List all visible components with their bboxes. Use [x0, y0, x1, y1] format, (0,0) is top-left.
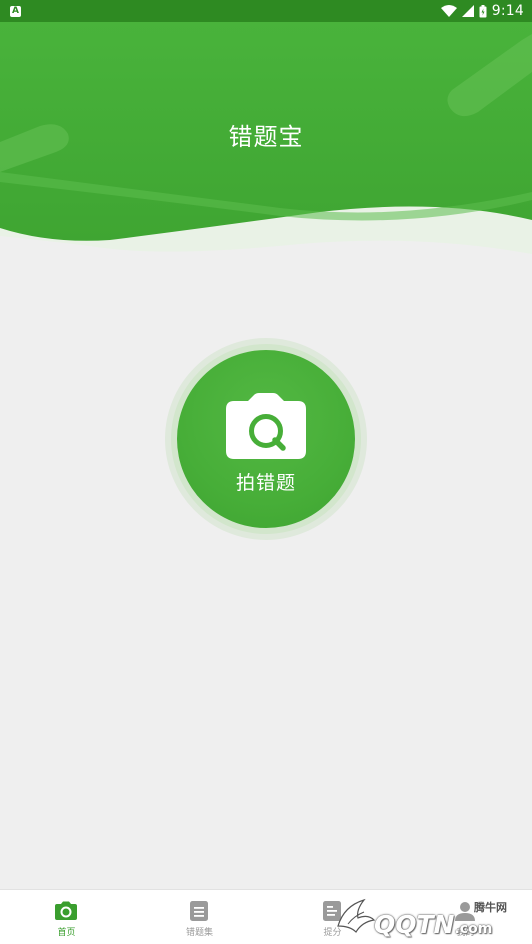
nav-item-home[interactable]: 首页 — [0, 890, 133, 944]
camera-search-icon — [226, 393, 306, 459]
wifi-icon — [440, 5, 457, 17]
nav-item-profile[interactable]: 我的 — [399, 890, 532, 944]
nav-label-improve: 提分 — [323, 928, 342, 938]
cellular-signal-icon — [461, 5, 474, 17]
battery-icon — [479, 4, 487, 17]
capture-wrong-question-button[interactable]: 拍错题 — [177, 350, 355, 528]
nav-label-home: 首页 — [57, 928, 76, 938]
status-bar: A 9:14 — [0, 0, 532, 22]
status-time: 9:14 — [491, 3, 524, 19]
camera-icon — [55, 901, 77, 920]
bottom-nav: 首页 错题集 提分 我的 — [0, 889, 532, 944]
capture-button-label: 拍错题 — [235, 472, 296, 494]
user-icon — [455, 902, 475, 921]
notification-icon: A — [10, 5, 21, 17]
app-title: 错题宝 — [228, 123, 304, 151]
nav-label-profile: 我的 — [456, 928, 475, 938]
document-icon — [190, 901, 208, 921]
nav-item-wrong-questions[interactable]: 错题集 — [133, 890, 266, 944]
nav-item-improve[interactable]: 提分 — [266, 890, 399, 944]
nav-label-wrong-questions: 错题集 — [185, 928, 213, 938]
chart-icon — [323, 901, 341, 921]
header: 错题宝 — [0, 22, 532, 262]
